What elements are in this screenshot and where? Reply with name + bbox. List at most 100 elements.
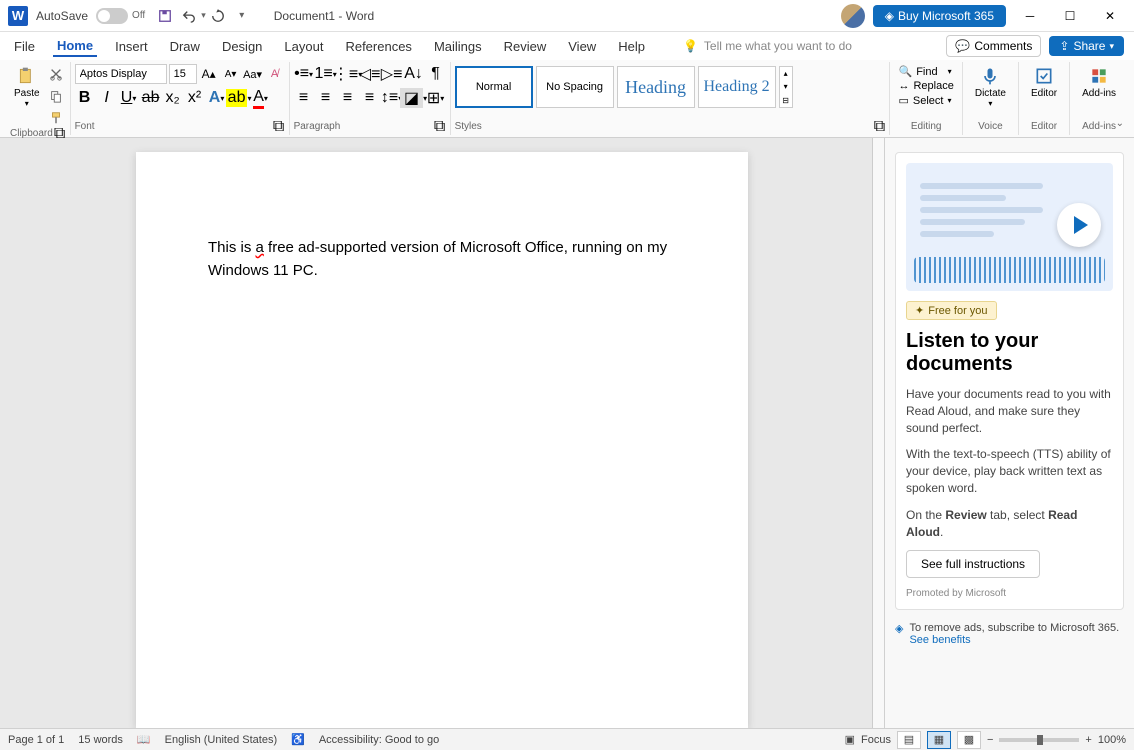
addins-button[interactable]: Add-ins	[1078, 64, 1120, 101]
align-right-button[interactable]: ≡	[338, 88, 358, 108]
comments-button[interactable]: 💬 Comments	[946, 35, 1041, 57]
undo-icon[interactable]	[180, 7, 198, 25]
zoom-level[interactable]: 100%	[1098, 734, 1126, 746]
font-launcher[interactable]: ⧉	[273, 121, 285, 133]
word-count[interactable]: 15 words	[78, 734, 123, 746]
see-instructions-button[interactable]: See full instructions	[906, 550, 1040, 578]
collapse-ribbon-button[interactable]: ⌄	[1116, 118, 1124, 129]
tab-view[interactable]: View	[564, 37, 600, 56]
ribbon-tabs-right: 💬 Comments ⇪ Share ▾	[946, 35, 1124, 57]
align-center-button[interactable]: ≡	[316, 88, 336, 108]
main-area: This is a free ad-supported version of M…	[0, 138, 1134, 728]
user-avatar[interactable]	[841, 4, 865, 28]
strikethrough-button[interactable]: ab	[141, 88, 161, 108]
zoom-slider[interactable]	[999, 738, 1079, 742]
change-case-button[interactable]: Aa▾	[243, 64, 263, 84]
shading-button[interactable]: ◪▾	[404, 88, 424, 108]
shrink-font-button[interactable]: A▾	[221, 64, 241, 84]
font-size-input[interactable]	[169, 64, 197, 84]
minimize-button[interactable]: ─	[1014, 4, 1046, 28]
redo-icon[interactable]	[209, 7, 227, 25]
tab-review[interactable]: Review	[500, 37, 551, 56]
maximize-button[interactable]: ☐	[1054, 4, 1086, 28]
hero-lines	[920, 183, 1043, 243]
document-area[interactable]: This is a free ad-supported version of M…	[0, 138, 884, 728]
undo-dropdown[interactable]: ▾	[201, 10, 206, 21]
style-heading-2[interactable]: Heading 2	[698, 66, 776, 108]
zoom-in-button[interactable]: +	[1085, 734, 1091, 746]
select-icon: ▭	[898, 94, 908, 107]
focus-mode[interactable]: Focus	[861, 734, 891, 746]
style-heading-1[interactable]: Heading	[617, 66, 695, 108]
justify-button[interactable]: ≡	[360, 88, 380, 108]
web-layout-button[interactable]: ▩	[957, 731, 981, 749]
page-status[interactable]: Page 1 of 1	[8, 734, 64, 746]
tab-draw[interactable]: Draw	[166, 37, 204, 56]
read-mode-button[interactable]: ▤	[897, 731, 921, 749]
cut-button[interactable]	[46, 64, 66, 84]
bold-button[interactable]: B	[75, 88, 95, 108]
text-effects-button[interactable]: A▾	[207, 88, 227, 108]
save-icon[interactable]	[156, 7, 174, 25]
font-name-input[interactable]	[75, 64, 167, 84]
title-bar: W AutoSave Off ▾ ▾ Document1 - Word ◈ Bu…	[0, 0, 1134, 32]
superscript-button[interactable]: x²	[185, 88, 205, 108]
decrease-indent-button[interactable]: ◁≡	[360, 64, 380, 84]
borders-button[interactable]: ⊞▾	[426, 88, 446, 108]
tab-help[interactable]: Help	[614, 37, 649, 56]
grow-font-button[interactable]: A▴	[199, 64, 219, 84]
font-color-button[interactable]: A▾	[251, 88, 271, 108]
bullets-button[interactable]: •≡▾	[294, 64, 314, 84]
style-no-spacing[interactable]: No Spacing	[536, 66, 614, 108]
qat-customize-icon[interactable]: ▾	[233, 7, 251, 25]
buy-microsoft-button[interactable]: ◈ Buy Microsoft 365	[873, 5, 1006, 27]
highlight-button[interactable]: ab▾	[229, 88, 249, 108]
subscript-button[interactable]: x₂	[163, 88, 183, 108]
share-button[interactable]: ⇪ Share ▾	[1049, 36, 1124, 56]
styles-expand[interactable]: ▴ ▾ ⊟	[779, 66, 793, 108]
shading-icon: ◪	[400, 88, 423, 108]
increase-indent-button[interactable]: ▷≡	[382, 64, 402, 84]
tab-design[interactable]: Design	[218, 37, 266, 56]
see-benefits-link[interactable]: See benefits	[909, 634, 970, 646]
underline-button[interactable]: U▾	[119, 88, 139, 108]
print-layout-button[interactable]: ▦	[927, 731, 951, 749]
indent-icon: ▷≡	[381, 64, 403, 84]
paragraph-launcher[interactable]: ⧉	[434, 121, 446, 133]
show-marks-button[interactable]: ¶	[426, 64, 446, 84]
document-text[interactable]: This is a free ad-supported version of M…	[208, 237, 676, 282]
autosave-toggle[interactable]	[96, 8, 128, 24]
replace-button[interactable]: ↔Replace	[898, 79, 953, 93]
find-button[interactable]: 🔍Find▾	[898, 64, 953, 79]
style-normal[interactable]: Normal	[455, 66, 533, 108]
zoom-thumb[interactable]	[1037, 735, 1043, 745]
clear-formatting-button[interactable]: A̸	[265, 64, 285, 84]
copy-button[interactable]	[46, 86, 66, 106]
tab-file[interactable]: File	[10, 37, 39, 56]
multilevel-button[interactable]: ⋮≡▾	[338, 64, 358, 84]
spellcheck-icon[interactable]: 📖	[137, 733, 151, 746]
italic-button[interactable]: I	[97, 88, 117, 108]
tab-layout[interactable]: Layout	[280, 37, 327, 56]
tab-insert[interactable]: Insert	[111, 37, 152, 56]
select-button[interactable]: ▭Select▾	[898, 93, 953, 108]
align-left-button[interactable]: ≡	[294, 88, 314, 108]
sort-button[interactable]: A↓	[404, 64, 424, 84]
tab-home[interactable]: Home	[53, 36, 97, 57]
language-status[interactable]: English (United States)	[165, 734, 278, 746]
editor-button[interactable]: Editor	[1027, 64, 1061, 101]
multilevel-icon: ⋮≡	[333, 64, 358, 84]
editing-content: 🔍Find▾ ↔Replace ▭Select▾	[898, 64, 953, 108]
page[interactable]: This is a free ad-supported version of M…	[136, 152, 748, 728]
tell-me-search[interactable]: 💡 Tell me what you want to do	[683, 39, 852, 53]
dictate-button[interactable]: Dictate ▾	[971, 64, 1010, 110]
paste-button[interactable]: Paste ▾	[10, 64, 44, 110]
zoom-out-button[interactable]: −	[987, 734, 993, 746]
tab-references[interactable]: References	[341, 37, 415, 56]
accessibility-status[interactable]: Accessibility: Good to go	[319, 734, 439, 746]
clipboard-content: Paste ▾	[10, 64, 66, 128]
tab-mailings[interactable]: Mailings	[430, 37, 486, 56]
styles-launcher[interactable]: ⧉	[873, 121, 885, 133]
close-button[interactable]: ✕	[1094, 4, 1126, 28]
line-spacing-button[interactable]: ↕≡▾	[382, 88, 402, 108]
